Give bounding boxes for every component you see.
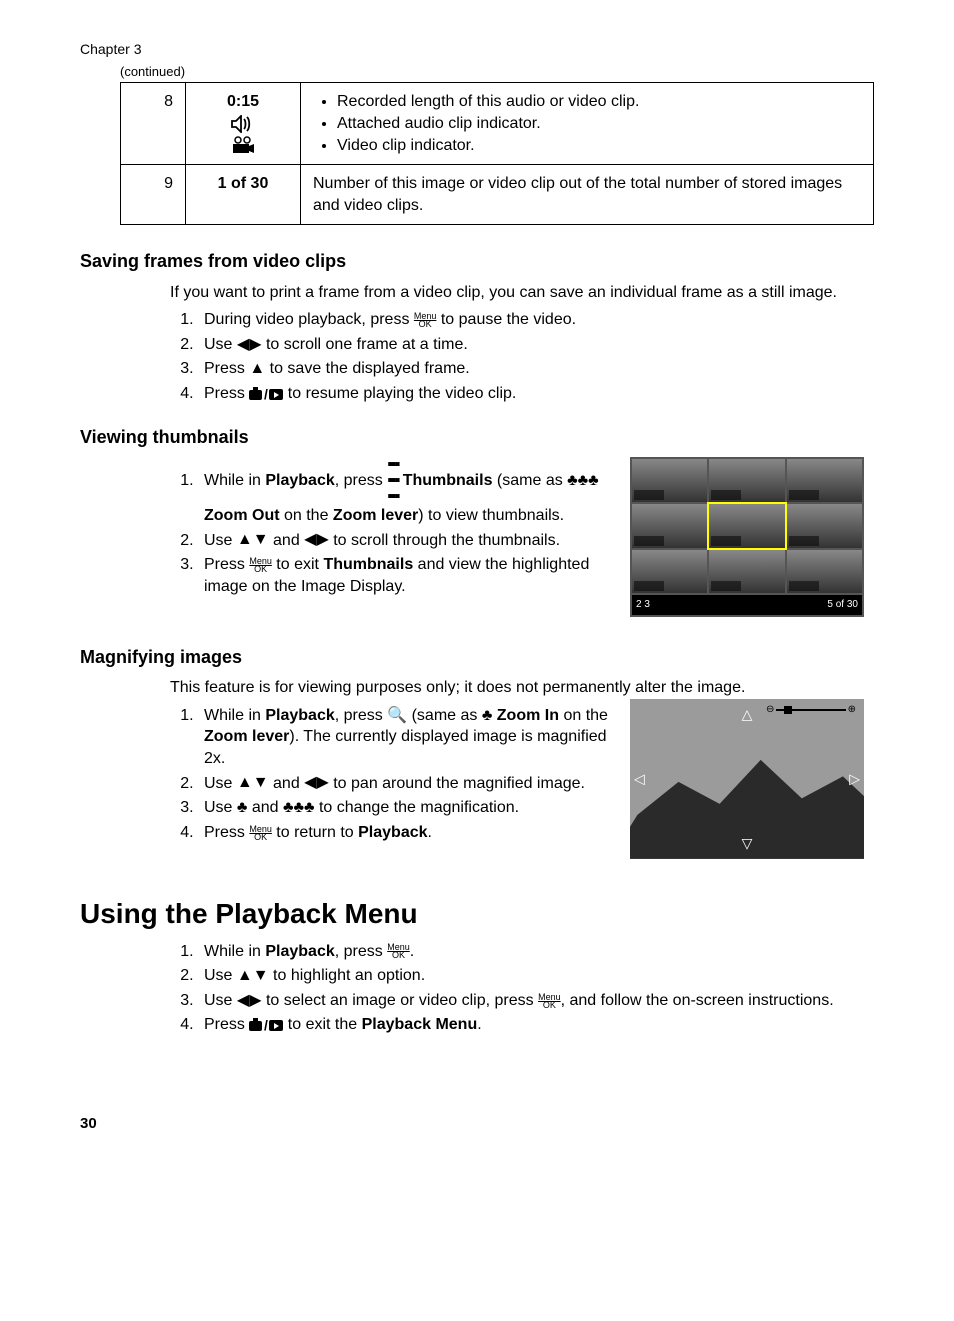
row8-num: 8 bbox=[121, 83, 186, 165]
up-down-arrows-icon: ▲▼ bbox=[237, 532, 269, 548]
zoom-bar: ⊖⊕ bbox=[766, 705, 856, 715]
pan-left-icon: ◁ bbox=[634, 769, 645, 788]
up-down-arrows-icon: ▲▼ bbox=[237, 775, 269, 791]
zoom-out-trees-icon: ♣♣♣ bbox=[283, 800, 315, 816]
thumb-status-left: 2 3 bbox=[636, 598, 650, 612]
menu-ok-icon: MenuOK bbox=[387, 943, 410, 959]
pan-up-icon: △ bbox=[742, 705, 753, 724]
list-item: Press / to resume playing the video clip… bbox=[198, 383, 864, 405]
info-table: 8 0:15 Recorded length of this audio or … bbox=[120, 82, 874, 225]
continued-label: (continued) bbox=[120, 63, 874, 81]
row8-icons: 0:15 bbox=[186, 83, 301, 165]
list-item: Use ▲▼ to highlight an option. bbox=[198, 965, 864, 987]
up-down-arrows-icon: ▲▼ bbox=[237, 968, 269, 984]
magnify-icon: 🔍 bbox=[387, 708, 407, 724]
up-arrow-icon: ▲ bbox=[249, 361, 265, 377]
playback-menu-heading: Using the Playback Menu bbox=[80, 895, 874, 933]
playback-menu-steps: While in Playback, press MenuOK. Use ▲▼ … bbox=[170, 941, 864, 1036]
list-item: While in Playback, press MenuOK. bbox=[198, 941, 864, 963]
zoom-in-tree-icon: ♣ bbox=[237, 800, 248, 816]
pan-down-icon: ▽ bbox=[742, 834, 753, 853]
thumbnails-heading: Viewing thumbnails bbox=[80, 425, 874, 449]
menu-ok-icon: MenuOK bbox=[249, 825, 272, 841]
list-item: Use ◀▶ to scroll one frame at a time. bbox=[198, 334, 864, 356]
list-item: Press ▲ to save the displayed frame. bbox=[198, 358, 864, 380]
left-right-arrows-icon: ◀▶ bbox=[304, 532, 329, 548]
magnify-intro: This feature is for viewing purposes onl… bbox=[170, 677, 864, 699]
left-right-arrows-icon: ◀▶ bbox=[237, 993, 262, 1009]
list-item: During video playback, press MenuOK to p… bbox=[198, 309, 864, 331]
svg-text:/: / bbox=[264, 387, 268, 401]
magnify-heading: Magnifying images bbox=[80, 645, 874, 669]
camera-playback-icon: / bbox=[249, 1018, 283, 1032]
zoom-out-trees-icon: ♣♣♣ bbox=[567, 473, 599, 489]
saving-steps: During video playback, press MenuOK to p… bbox=[170, 309, 864, 404]
thumbnails-preview: 2 3 5 of 30 bbox=[630, 457, 864, 617]
row9-label: 1 of 30 bbox=[186, 165, 301, 225]
zoom-in-tree-icon: ♣ bbox=[482, 708, 493, 724]
list-item: Press / to exit the Playback Menu. bbox=[198, 1014, 864, 1036]
row9-desc: Number of this image or video clip out o… bbox=[301, 165, 874, 225]
table-row: 9 1 of 30 Number of this image or video … bbox=[121, 165, 874, 225]
pan-right-icon: ▷ bbox=[849, 769, 860, 788]
menu-ok-icon: MenuOK bbox=[538, 993, 561, 1009]
left-right-arrows-icon: ◀▶ bbox=[237, 337, 262, 353]
saving-intro: If you want to print a frame from a vide… bbox=[170, 282, 864, 304]
menu-ok-icon: MenuOK bbox=[414, 312, 437, 328]
svg-text:/: / bbox=[264, 1018, 268, 1032]
list-item: Use ◀▶ to select an image or video clip,… bbox=[198, 990, 864, 1012]
row8-desc: Recorded length of this audio or video c… bbox=[301, 83, 874, 165]
saving-heading: Saving frames from video clips bbox=[80, 249, 874, 273]
menu-ok-icon: MenuOK bbox=[249, 557, 272, 573]
magnify-preview: ◁ ▷ △ ▽ ⊖⊕ bbox=[630, 699, 864, 859]
table-row: 8 0:15 Recorded length of this audio or … bbox=[121, 83, 874, 165]
camera-playback-icon: / bbox=[249, 387, 283, 401]
row9-num: 9 bbox=[121, 165, 186, 225]
video-clip-icon bbox=[230, 135, 256, 155]
page-number: 30 bbox=[80, 1114, 97, 1134]
thumb-status-right: 5 of 30 bbox=[827, 598, 858, 612]
chapter-label: Chapter 3 bbox=[80, 40, 874, 59]
audio-clip-icon bbox=[230, 115, 256, 133]
thumbnails-grid-icon: ▪▪▪▪▪▪▪▪▪ bbox=[387, 457, 398, 505]
left-right-arrows-icon: ◀▶ bbox=[304, 775, 329, 791]
